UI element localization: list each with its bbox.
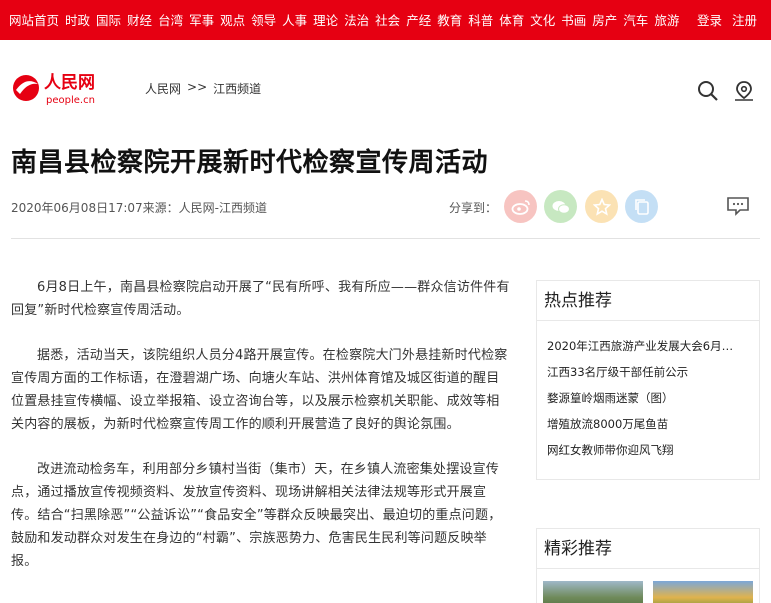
nav-link[interactable]: 领导	[251, 10, 276, 29]
star-icon	[592, 197, 611, 216]
logo-cn-text: 人民网	[44, 73, 95, 93]
comment-icon[interactable]	[726, 196, 750, 216]
article-title: 南昌县检察院开展新时代检察宣传周活动	[11, 148, 489, 178]
hot-recommend-title: 热点推荐	[537, 281, 759, 321]
nav-link[interactable]: 时政	[65, 10, 90, 29]
nav-link[interactable]: 旅游	[654, 10, 679, 29]
nav-link[interactable]: 体育	[499, 10, 524, 29]
nav-link[interactable]: 观点	[220, 10, 245, 29]
nav-link[interactable]: 人事	[282, 10, 307, 29]
article-paragraph: 6月8日上午，南昌县检察院启动开展了“民有所呼、我有所应——群众信访件件有回复”…	[11, 280, 510, 318]
weibo-icon	[511, 199, 530, 215]
hot-recommend-list: 2020年江西旅游产业发展大会6月… 江西33名厅级干部任前公示 婺源篁岭烟雨迷…	[537, 321, 759, 463]
nav-link[interactable]: 社会	[375, 10, 400, 29]
share-label: 分享到：	[449, 201, 498, 215]
location-icon[interactable]	[733, 80, 755, 102]
featured-thumbnail[interactable]	[543, 581, 643, 603]
top-nav-bar: 网站首页 时政 国际 财经 台湾 军事 观点 领导 人事 理论 法治 社会 产经 教育 科普 体育 文化 书画 房产…	[0, 0, 771, 40]
nav-link[interactable]: 法治	[344, 10, 369, 29]
breadcrumb-separator: >>	[187, 80, 208, 94]
hot-item[interactable]: 江西33名厅级干部任前公示	[547, 359, 747, 385]
article-paragraph: 改进流动检务车，利用部分乡镇村当街（集市）天，在乡镇人流密集处摆设宣传点，通过播…	[11, 462, 502, 569]
article-body: 6月8日上午，南昌县检察院启动开展了“民有所呼、我有所应——群众信访件件有回复”…	[11, 276, 511, 595]
nav-link[interactable]: 产经	[406, 10, 431, 29]
share-weibo-button[interactable]	[504, 190, 537, 223]
article-paragraph: 据悉，活动当天，该院组织人员分4路开展宣传。在检察院大门外悬挂新时代检察宣传周方…	[11, 348, 508, 432]
nav-link[interactable]: 汽车	[623, 10, 648, 29]
top-nav-links: 网站首页 时政 国际 财经 台湾 军事 观点 领导 人事 理论 法治 社会 产经 教育 科普 体育 文化 书画 房产…	[9, 10, 679, 29]
nav-link[interactable]: 台湾	[158, 10, 183, 29]
featured-title: 精彩推荐	[537, 529, 759, 569]
breadcrumb: 人民网 >> 江西频道	[145, 80, 261, 97]
hot-item[interactable]: 网红女教师带你迎风飞翔	[547, 437, 747, 463]
register-link[interactable]: 注册	[732, 10, 757, 29]
nav-link[interactable]: 财经	[127, 10, 152, 29]
people-logo[interactable]: 人民网 people.cn	[10, 70, 102, 108]
featured-panel: 精彩推荐	[536, 528, 760, 603]
breadcrumb-channel[interactable]: 江西频道	[213, 80, 261, 97]
copy-link-button[interactable]	[625, 190, 658, 223]
nav-link[interactable]: 科普	[468, 10, 493, 29]
nav-link[interactable]: 网站首页	[9, 10, 59, 29]
nav-link[interactable]: 军事	[189, 10, 214, 29]
login-link[interactable]: 登录	[697, 10, 722, 29]
article-meta: 2020年06月08日17:07来源：人民网-江西频道	[11, 201, 267, 215]
share-qzone-button[interactable]	[585, 190, 618, 223]
nav-link[interactable]: 书画	[561, 10, 586, 29]
nav-link[interactable]: 房产	[592, 10, 617, 29]
share-wechat-button[interactable]	[544, 190, 577, 223]
hot-item[interactable]: 2020年江西旅游产业发展大会6月…	[547, 333, 747, 359]
nav-link[interactable]: 文化	[530, 10, 555, 29]
nav-link[interactable]: 教育	[437, 10, 462, 29]
breadcrumb-home[interactable]: 人民网	[145, 80, 181, 97]
header-divider	[11, 238, 760, 239]
auth-links: 登录 注册	[697, 10, 757, 29]
search-icon[interactable]	[697, 80, 719, 102]
wechat-icon	[552, 200, 570, 214]
logo-en-text: people.cn	[46, 95, 95, 106]
featured-thumbnail[interactable]	[653, 581, 753, 603]
hot-recommend-panel: 热点推荐 2020年江西旅游产业发展大会6月… 江西33名厅级干部任前公示 婺源…	[536, 280, 760, 480]
hot-item[interactable]: 增殖放流8000万尾鱼苗	[547, 411, 747, 437]
hot-item[interactable]: 婺源篁岭烟雨迷蒙（图）	[547, 385, 747, 411]
nav-link[interactable]: 理论	[313, 10, 338, 29]
copy-icon	[634, 198, 649, 215]
nav-link[interactable]: 国际	[96, 10, 121, 29]
